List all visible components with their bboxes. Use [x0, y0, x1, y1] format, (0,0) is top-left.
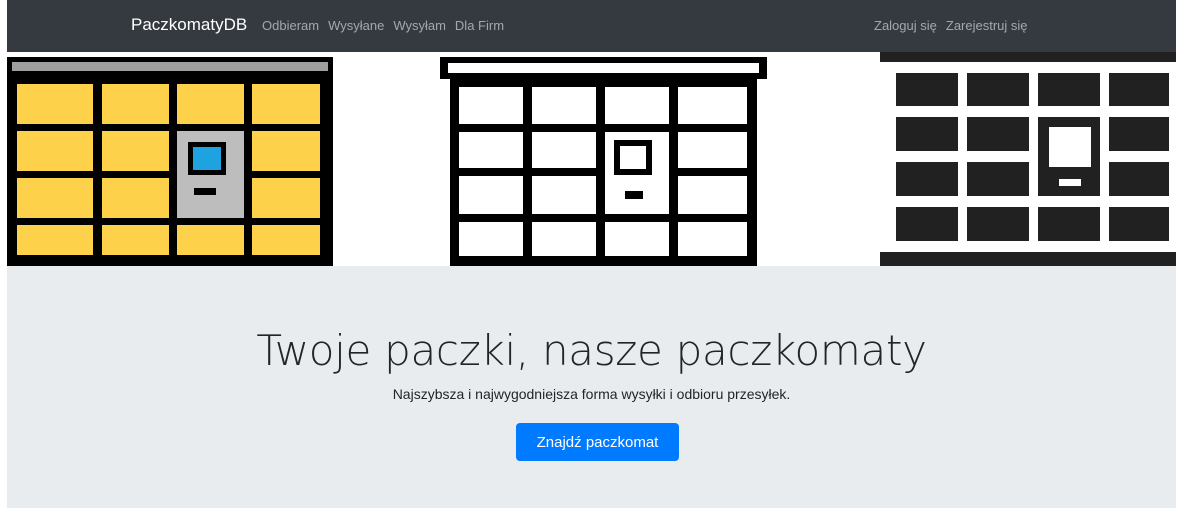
brand-link[interactable]: PaczkomatyDB [131, 15, 247, 35]
nav-link-wysylane[interactable]: Wysyłane [328, 18, 384, 33]
auth-nav: Zaloguj się Zarejestruj się [874, 18, 1028, 33]
login-link[interactable]: Zaloguj się [874, 18, 937, 33]
nav-link-odbieram[interactable]: Odbieram [262, 18, 319, 33]
navbar: PaczkomatyDB Odbieram Wysyłane Wysyłam D… [7, 0, 1176, 52]
parcel-locker-yellow-icon [7, 57, 333, 266]
main-nav: Odbieram Wysyłane Wysyłam Dla Firm [262, 18, 504, 33]
parcel-locker-outline-icon [440, 57, 767, 266]
hero-subtitle: Najszybsza i najwygodniejsza forma wysył… [392, 386, 791, 402]
register-link[interactable]: Zarejestruj się [946, 18, 1028, 33]
jumbotron: Twoje paczki, nasze paczkomaty Najszybsz… [7, 266, 1176, 508]
find-parcel-locker-button[interactable]: Znajdź paczkomat [516, 423, 679, 461]
nav-link-dla-firm[interactable]: Dla Firm [455, 18, 504, 33]
hero-title: Twoje paczki, nasze paczkomaty [256, 326, 927, 375]
nav-link-wysylam[interactable]: Wysyłam [393, 18, 446, 33]
hero-banner [7, 52, 1176, 266]
parcel-locker-black-icon [880, 52, 1176, 266]
